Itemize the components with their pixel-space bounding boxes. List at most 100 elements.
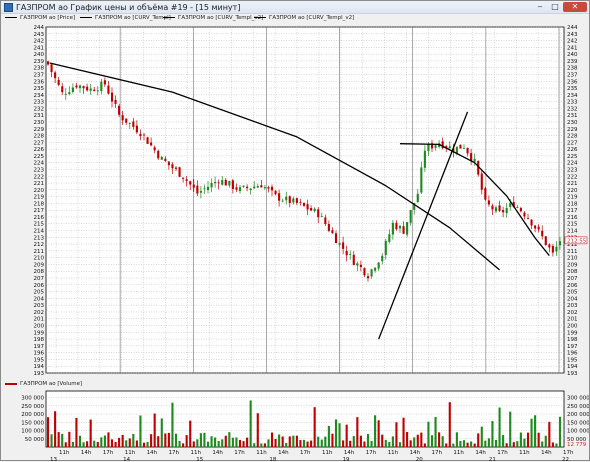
- volume-bar: [406, 432, 409, 447]
- price-tick-label-right: 233: [567, 100, 578, 106]
- price-tick-label-left: 201: [34, 317, 45, 323]
- volume-bar: [68, 431, 71, 447]
- candle-body: [334, 233, 338, 244]
- price-tick-label-right: 217: [567, 208, 578, 214]
- volume-bar: [281, 436, 284, 447]
- candle-body: [253, 186, 256, 189]
- legend-curv1[interactable]: ГАЗПРОМ ао [CURV_Templ]: [80, 14, 171, 23]
- candle-body: [96, 90, 99, 92]
- date-label: 19: [343, 457, 350, 462]
- legend-curv2[interactable]: ГАЗПРОМ ао [CURV_Templ_v2]: [163, 14, 263, 23]
- volume-bar: [249, 400, 252, 447]
- legend-curv2-swatch: [163, 17, 175, 18]
- volume-bar: [434, 416, 437, 447]
- volume-bar: [327, 425, 330, 447]
- volume-bar: [139, 415, 142, 447]
- price-tick-label-right: 205: [567, 290, 578, 296]
- price-tick-label-left: 222: [34, 174, 45, 180]
- volume-chart[interactable]: 300 000 300 000 250 000 250 000 200 000 200 0…: [1, 389, 589, 449]
- price-tick-label-right: 244: [567, 25, 578, 31]
- candle-body: [164, 158, 167, 162]
- volume-bar: [71, 441, 74, 447]
- volume-bar: [160, 418, 163, 447]
- price-tick-label-left: 200: [34, 324, 45, 330]
- volume-bar: [487, 438, 490, 447]
- price-tick-label-right: 235: [567, 86, 578, 92]
- candle-body: [242, 185, 245, 187]
- candle-body: [199, 190, 202, 193]
- price-tick-label-right: 238: [567, 66, 578, 72]
- candle-body: [381, 255, 384, 262]
- candle-body: [103, 80, 106, 85]
- volume-bar: [445, 443, 448, 447]
- price-tick-label-right: 228: [567, 134, 578, 140]
- time-axis: 11h 14h 17h 11h 14h 17h 11h 14h 17h 11h 14h 17h 11h 1…: [50, 450, 574, 462]
- volume-bar: [349, 440, 352, 447]
- maximize-button[interactable]: □: [548, 2, 562, 12]
- candle-body: [491, 205, 494, 210]
- volume-bar: [118, 437, 121, 447]
- volume-bar: [320, 439, 323, 447]
- volume-bar: [64, 442, 67, 447]
- price-chart[interactable]: 193 193194 194195 195196 196197 197198 198199 1…: [1, 23, 589, 378]
- price-tick-label-right: 240: [567, 52, 578, 58]
- candle-body: [317, 209, 320, 218]
- volume-bar: [260, 443, 263, 447]
- legend-volume[interactable]: ГАЗПРОМ ао [Volume]: [5, 380, 82, 389]
- candle-body: [498, 205, 501, 211]
- title-bar[interactable]: ГАЗПРОМ ао График цены и объёма #19 - [1…: [1, 1, 589, 14]
- candle-body: [363, 268, 366, 276]
- candle-body: [206, 186, 210, 191]
- price-tick-label-right: 234: [567, 93, 578, 99]
- close-button[interactable]: ✕: [563, 2, 587, 12]
- candle-body: [157, 150, 160, 159]
- time-tick-label: 14h: [344, 450, 355, 456]
- candle-body: [313, 208, 316, 212]
- price-tick-label-left: 214: [34, 229, 45, 235]
- legend-price[interactable]: ГАЗПРОМ ао [Price]: [5, 14, 75, 23]
- price-tick-label-right: 242: [567, 39, 578, 45]
- volume-bar: [100, 437, 103, 447]
- price-tick-label-left: 206: [34, 283, 45, 289]
- candle-body: [473, 159, 476, 162]
- candle-body: [338, 243, 341, 245]
- candle-body: [423, 150, 426, 168]
- candle-body: [57, 79, 60, 85]
- volume-bar: [427, 421, 430, 447]
- candle-body: [150, 142, 153, 146]
- legend-price-label: ГАЗПРОМ ао [Price]: [20, 15, 76, 21]
- volume-bar: [285, 443, 288, 447]
- volume-bar: [441, 436, 444, 447]
- volume-bar: [374, 415, 377, 447]
- volume-bar: [224, 435, 227, 447]
- minimize-button[interactable]: ‒: [533, 2, 547, 12]
- volume-bar: [494, 439, 498, 447]
- window-title: ГАЗПРОМ ао График цены и объёма #19 - [1…: [16, 3, 241, 12]
- legend-curv3[interactable]: ГАЗПРОМ ао [CURV_Templ_v2]: [254, 14, 354, 23]
- volume-bar: [363, 441, 366, 447]
- volume-bar: [317, 436, 320, 447]
- date-label: 21: [489, 457, 496, 462]
- candle-body: [263, 187, 266, 189]
- price-tick-label-left: 220: [34, 188, 45, 194]
- volume-bar: [217, 440, 220, 447]
- candle-body: [288, 196, 291, 203]
- candle-body: [235, 187, 238, 190]
- volume-bar: [462, 440, 466, 447]
- candle-body: [299, 201, 302, 203]
- volume-bar: [324, 436, 327, 447]
- price-tick-label-left: 243: [34, 32, 45, 38]
- price-tick-label-right: 209: [567, 262, 578, 268]
- date-label: 13: [50, 457, 57, 462]
- volume-bar: [420, 432, 423, 447]
- date-label: 14: [123, 457, 130, 462]
- candle-body: [509, 203, 512, 207]
- candle-body: [107, 85, 110, 94]
- candle-body: [228, 180, 231, 186]
- candle-body: [86, 86, 89, 91]
- volume-bar: [541, 441, 544, 447]
- volume-bar: [189, 420, 192, 447]
- volume-bar: [430, 435, 434, 447]
- time-tick-label: 11h: [388, 450, 399, 456]
- price-tick-label-left: 209: [34, 262, 45, 268]
